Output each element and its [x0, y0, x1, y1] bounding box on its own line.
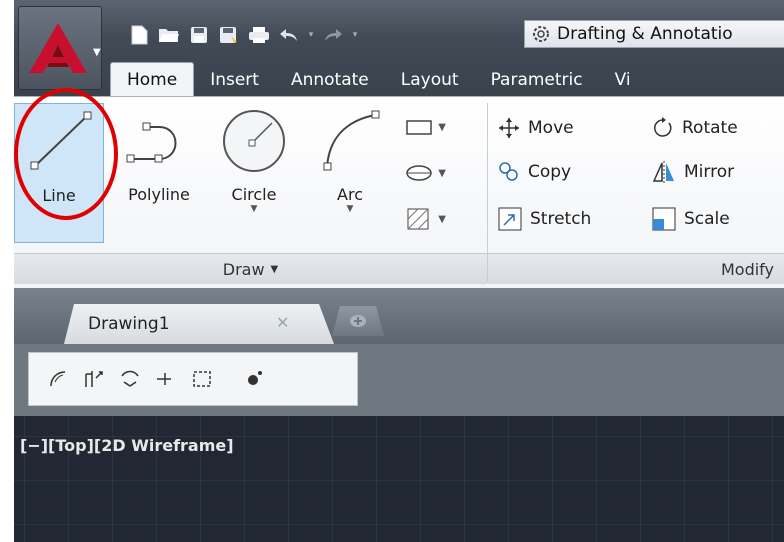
- autocad-window: ▼ ▾ ▾ Drafting & Annotatio Home Insert A…: [14, 0, 784, 542]
- arc-icon: [323, 110, 380, 171]
- circle-label: Circle: [231, 185, 277, 204]
- undo-dropdown-icon[interactable]: ▾: [304, 22, 318, 48]
- open-icon[interactable]: [154, 22, 184, 48]
- rotate-button[interactable]: Rotate: [652, 117, 738, 139]
- file-tab-label: Drawing1: [88, 314, 170, 334]
- hatch-tool-button[interactable]: ▼: [400, 203, 450, 235]
- mirror-label: Mirror: [684, 162, 735, 182]
- chevron-down-icon: ▼: [93, 47, 101, 58]
- tab-insert[interactable]: Insert: [194, 64, 275, 96]
- copy-label: Copy: [528, 162, 572, 182]
- viewport-controls-label[interactable]: [−][Top][2D Wireframe]: [20, 436, 234, 455]
- mirror-icon: [652, 161, 674, 183]
- selection-icon[interactable]: [191, 368, 213, 390]
- new-tab-button[interactable]: [332, 306, 384, 336]
- orbit-icon[interactable]: [47, 368, 69, 390]
- polyline-label: Polyline: [128, 185, 190, 204]
- circle-tool-button[interactable]: Circle ▼: [214, 103, 294, 214]
- stretch-label: Stretch: [530, 209, 592, 229]
- rotate-label: Rotate: [682, 118, 738, 138]
- draw-panel-title[interactable]: Draw ▼: [14, 253, 487, 284]
- save-as-icon[interactable]: [214, 22, 244, 48]
- plus-icon: [350, 315, 366, 327]
- polyline-icon: [126, 122, 177, 163]
- toolbar-area: [14, 344, 784, 416]
- title-bar: ▼ ▾ ▾ Drafting & Annotatio Home Insert A…: [14, 0, 784, 96]
- settings-icon[interactable]: [243, 368, 265, 390]
- ribbon-panel: Line Polyline Circle ▼ Arc ▼ ▼ ▼ ▼ Draw …: [14, 96, 784, 289]
- rotate-icon: [654, 117, 672, 137]
- floating-toolbar: [28, 352, 358, 406]
- snap-icon[interactable]: [83, 368, 105, 390]
- osnap-icon[interactable]: [155, 368, 177, 390]
- chevron-down-icon: ▼: [438, 213, 446, 225]
- scale-button[interactable]: Scale: [652, 207, 730, 231]
- polar-icon[interactable]: [119, 368, 141, 390]
- polyline-tool-button[interactable]: Polyline: [118, 103, 200, 204]
- ellipse-tool-button[interactable]: ▼: [400, 157, 450, 189]
- scale-label: Scale: [684, 209, 730, 229]
- highlight-circle: [14, 88, 118, 220]
- draw-panel-label: Draw: [222, 259, 265, 279]
- autocad-logo-icon: [29, 23, 87, 73]
- arc-dropdown-icon[interactable]: ▼: [347, 204, 354, 214]
- modify-panel-label: Modify: [720, 259, 774, 279]
- workspace-label: Drafting & Annotatio: [557, 24, 733, 44]
- copy-button[interactable]: Copy: [498, 161, 571, 183]
- file-tab-bar: Drawing1 ✕: [14, 288, 784, 344]
- application-menu-button[interactable]: ▼: [18, 6, 102, 90]
- tab-view[interactable]: Vi: [599, 64, 647, 96]
- chevron-down-icon: ▼: [270, 263, 279, 275]
- file-tab-drawing1[interactable]: Drawing1 ✕: [64, 304, 334, 344]
- ellipse-icon: [406, 165, 432, 181]
- undo-icon[interactable]: [274, 22, 304, 48]
- scale-icon: [652, 207, 676, 231]
- circle-dropdown-icon[interactable]: ▼: [251, 204, 258, 214]
- save-icon[interactable]: [184, 22, 214, 48]
- rectangle-icon: [406, 120, 432, 135]
- new-icon[interactable]: [124, 22, 154, 48]
- tab-home[interactable]: Home: [110, 62, 195, 96]
- redo-icon[interactable]: [318, 22, 348, 48]
- tab-layout[interactable]: Layout: [385, 64, 475, 96]
- arc-label: Arc: [337, 185, 363, 204]
- plot-icon[interactable]: [244, 22, 274, 48]
- arc-tool-button[interactable]: Arc ▼: [314, 103, 386, 214]
- mirror-button[interactable]: Mirror: [652, 161, 734, 183]
- modify-panel-title[interactable]: Modify: [488, 253, 784, 284]
- drawing-viewport[interactable]: [−][Top][2D Wireframe]: [14, 416, 784, 542]
- tab-parametric[interactable]: Parametric: [475, 64, 599, 96]
- copy-icon: [499, 162, 518, 181]
- move-label: Move: [528, 118, 574, 138]
- circle-icon: [223, 110, 285, 172]
- tab-annotate[interactable]: Annotate: [275, 64, 385, 96]
- stretch-button[interactable]: Stretch: [498, 207, 591, 231]
- redo-dropdown-icon[interactable]: ▾: [348, 22, 362, 48]
- ribbon-tabs: Home Insert Annotate Layout Parametric V…: [110, 58, 647, 96]
- close-icon[interactable]: ✕: [276, 313, 289, 332]
- move-icon: [499, 118, 519, 138]
- gear-icon: [533, 26, 549, 42]
- stretch-icon: [498, 207, 522, 231]
- hatch-icon: [407, 208, 429, 230]
- move-button[interactable]: Move: [498, 117, 574, 139]
- quick-access-toolbar: ▾ ▾: [124, 22, 362, 48]
- chevron-down-icon: ▼: [438, 121, 446, 133]
- chevron-down-icon: ▼: [438, 167, 446, 179]
- rectangle-tool-button[interactable]: ▼: [400, 111, 450, 143]
- workspace-switcher[interactable]: Drafting & Annotatio: [524, 20, 784, 48]
